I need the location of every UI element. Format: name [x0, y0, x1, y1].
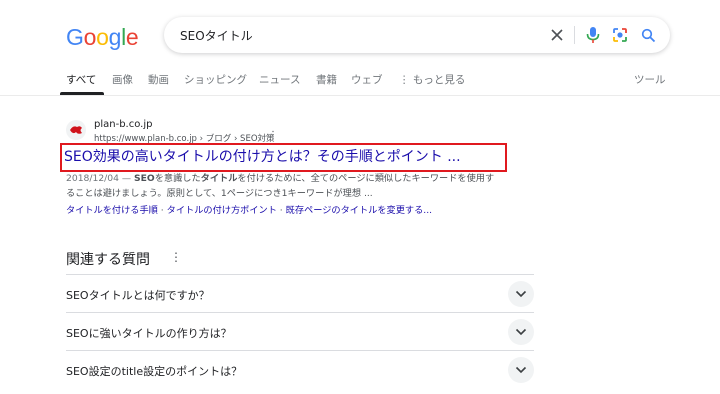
site-favicon-icon[interactable]: [66, 120, 86, 140]
paa-more-icon[interactable]: ⋮: [170, 250, 182, 264]
tools-button[interactable]: ツール: [634, 72, 666, 87]
sitelink[interactable]: タイトルを付ける手順: [66, 205, 158, 216]
chevron-down-icon[interactable]: [508, 319, 534, 345]
paa-question-text: SEO設定のtitle設定のポイントは？: [66, 365, 243, 378]
result-more-icon[interactable]: ⋮: [268, 130, 278, 141]
logo-letter: o: [83, 24, 97, 50]
chevron-down-icon[interactable]: [508, 357, 534, 383]
tab-more[interactable]: ⋮ もっと見る: [399, 72, 465, 87]
paa-question[interactable]: SEOに強いタイトルの作り方は？: [66, 312, 534, 350]
logo-letter: G: [66, 24, 84, 50]
tab-more-label: もっと見る: [412, 74, 466, 86]
sitelink[interactable]: タイトルの付け方ポイント: [167, 205, 277, 216]
snippet-bold: SEO: [133, 173, 155, 184]
microphone-icon[interactable]: [583, 25, 603, 45]
paa-heading: 関連する質問: [66, 252, 150, 268]
google-logo[interactable]: Google: [66, 24, 139, 51]
snippet-bold: タイトル: [200, 173, 238, 184]
result-title-link[interactable]: SEO効果の高いタイトルの付け方とは？その手順とポイント ...: [64, 146, 461, 166]
tab-videos[interactable]: 動画: [148, 72, 169, 87]
logo-letter: e: [125, 24, 139, 50]
search-divider: [574, 26, 575, 44]
snippet-text: を意識した: [154, 173, 201, 184]
header-divider: [0, 95, 720, 96]
paa-question-text: SEOタイトルとは何ですか？: [66, 289, 210, 302]
logo-letter: g: [108, 24, 122, 50]
sitelink-separator: ·: [276, 205, 286, 216]
snippet-date: 2018/12/04 —: [66, 173, 132, 184]
more-vert-icon: ⋮: [399, 74, 413, 86]
snippet-text: ることは避けましょう。原則として、1ページにつき1キーワードが理想 ...: [66, 188, 373, 199]
tab-all[interactable]: すべて: [66, 72, 96, 87]
sitelink[interactable]: 既存ページのタイトルを変更する...: [286, 205, 432, 216]
tab-books[interactable]: 書籍: [316, 72, 337, 87]
search-box: [164, 17, 670, 53]
sitelink-separator: ·: [157, 205, 167, 216]
lens-icon[interactable]: [610, 25, 630, 45]
tab-images[interactable]: 画像: [112, 72, 133, 87]
paa-question-text: SEOに強いタイトルの作り方は？: [66, 327, 232, 340]
clear-icon[interactable]: [547, 25, 567, 45]
tab-shopping[interactable]: ショッピング: [184, 72, 247, 87]
result-snippet: 2018/12/04 — SEOを意識したタイトルを付けるために、全てのページに…: [66, 171, 546, 201]
tab-news[interactable]: ニュース: [259, 72, 300, 87]
search-input[interactable]: [180, 26, 540, 44]
paa-question[interactable]: SEO設定のtitle設定のポイントは？: [66, 350, 534, 388]
tab-web[interactable]: ウェブ: [351, 72, 383, 87]
site-name[interactable]: plan-b.co.jp: [94, 119, 152, 130]
snippet-text: を付けるために、全てのページに類似したキーワードを使用す: [237, 173, 495, 184]
chevron-down-icon[interactable]: [508, 281, 534, 307]
logo-letter: o: [96, 24, 109, 50]
search-icon[interactable]: [638, 25, 658, 45]
paa-question[interactable]: SEOタイトルとは何ですか？: [66, 274, 534, 312]
sitelinks: タイトルを付ける手順 · タイトルの付け方ポイント · 既存ページのタイトルを変…: [66, 202, 432, 216]
